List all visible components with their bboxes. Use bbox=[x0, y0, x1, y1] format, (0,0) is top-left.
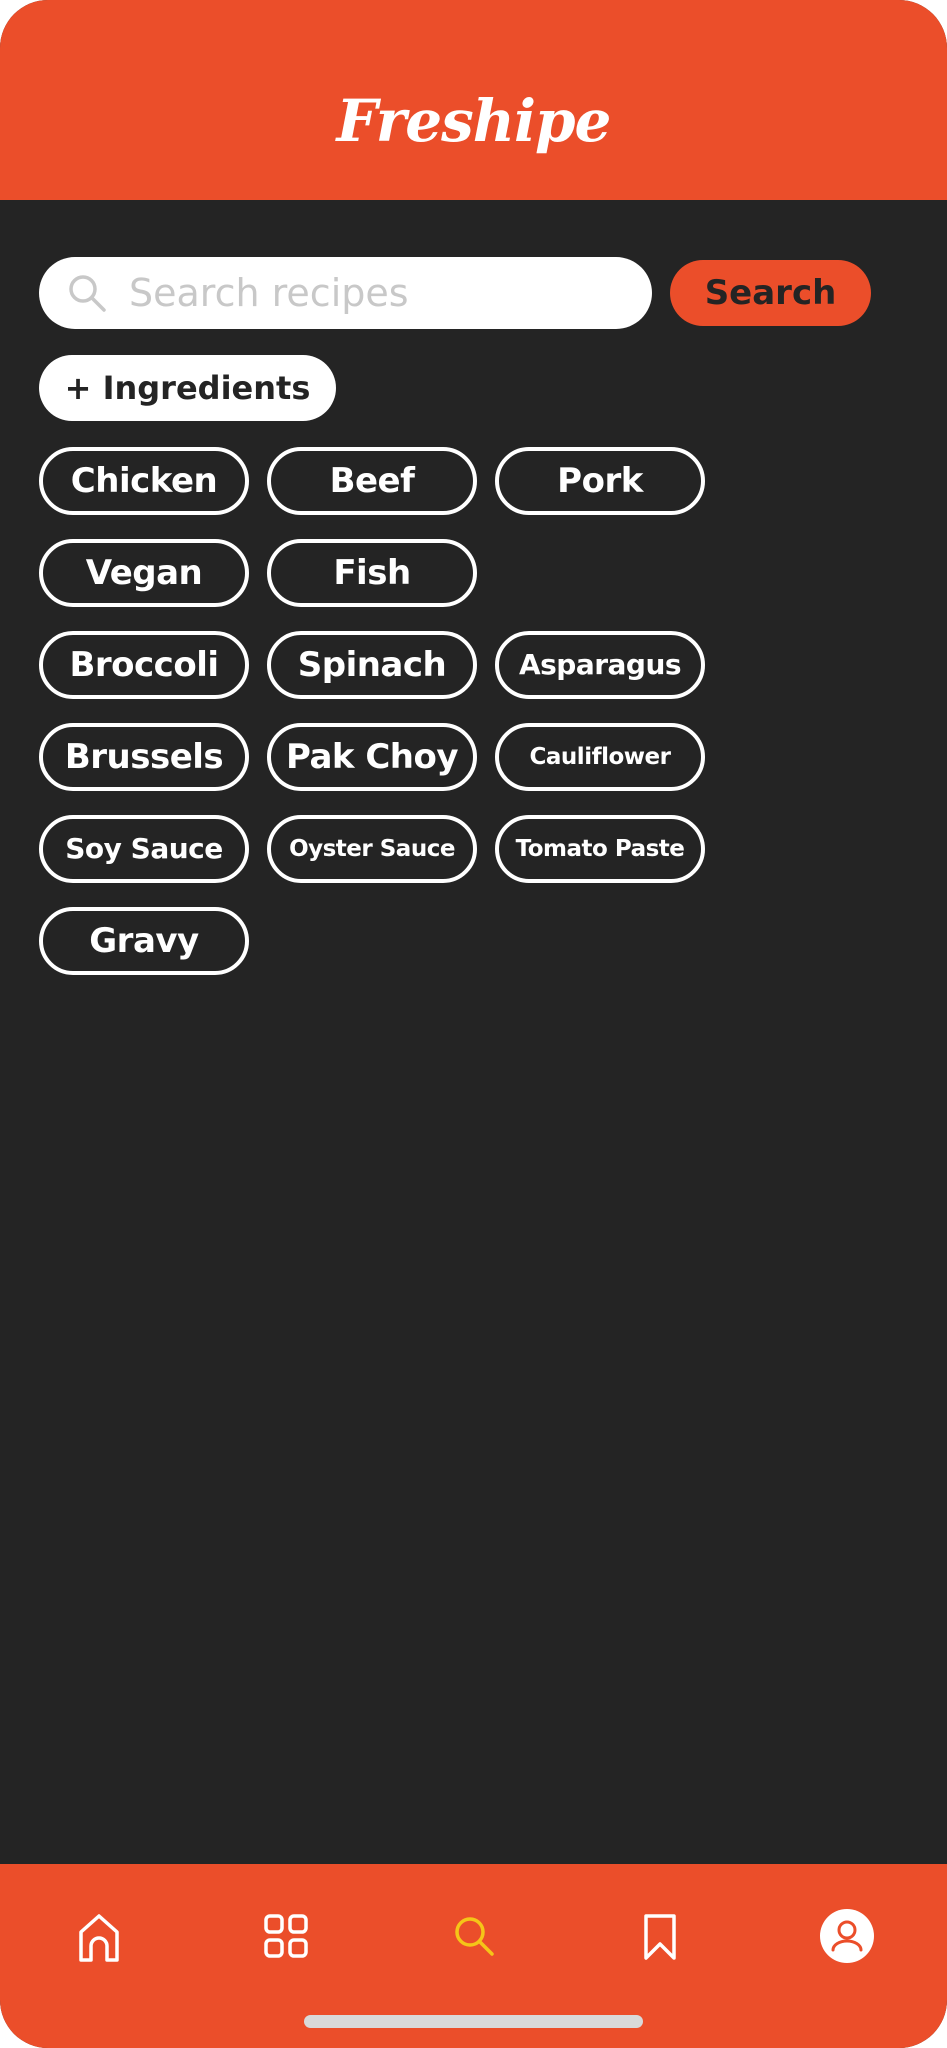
chip-brussels[interactable]: Brussels bbox=[39, 723, 249, 791]
chip-oyster-sauce[interactable]: Oyster Sauce bbox=[267, 815, 477, 883]
chip-soy-sauce[interactable]: Soy Sauce bbox=[39, 815, 249, 883]
search-bar[interactable] bbox=[39, 257, 652, 329]
nav-home[interactable] bbox=[67, 1904, 131, 1968]
search-icon bbox=[455, 1917, 494, 1956]
bookmark-icon bbox=[644, 1914, 676, 1960]
chip-beef[interactable]: Beef bbox=[267, 447, 477, 515]
search-icon bbox=[69, 275, 106, 312]
chip-spinach[interactable]: Spinach bbox=[267, 631, 477, 699]
app-logo: Freshipe bbox=[336, 87, 612, 155]
nav-saved[interactable] bbox=[628, 1904, 692, 1968]
chip-tomato-paste[interactable]: Tomato Paste bbox=[495, 815, 705, 883]
chip-broccoli[interactable]: Broccoli bbox=[39, 631, 249, 699]
chip-pork[interactable]: Pork bbox=[495, 447, 705, 515]
chip-chicken[interactable]: Chicken bbox=[39, 447, 249, 515]
chip-pak-choy[interactable]: Pak Choy bbox=[267, 723, 477, 791]
chip-cauliflower[interactable]: Cauliflower bbox=[495, 723, 705, 791]
profile-icon bbox=[820, 1909, 874, 1963]
nav-categories[interactable] bbox=[254, 1904, 318, 1968]
nav-search[interactable] bbox=[442, 1904, 506, 1968]
chip-fish[interactable]: Fish bbox=[267, 539, 477, 607]
search-input[interactable] bbox=[129, 257, 629, 329]
add-ingredients-button[interactable]: + Ingredients bbox=[39, 355, 336, 421]
nav-profile[interactable] bbox=[815, 1904, 879, 1968]
home-indicator bbox=[304, 2015, 643, 2028]
search-button[interactable]: Search bbox=[670, 260, 871, 326]
app-screen: Freshipe Search + Ingredients Chicken Be… bbox=[0, 0, 947, 2048]
chip-gravy[interactable]: Gravy bbox=[39, 907, 249, 975]
home-icon bbox=[79, 1914, 119, 1962]
chip-vegan[interactable]: Vegan bbox=[39, 539, 249, 607]
grid-icon bbox=[264, 1914, 308, 1958]
chip-asparagus[interactable]: Asparagus bbox=[495, 631, 705, 699]
app-header: Freshipe bbox=[0, 0, 947, 200]
